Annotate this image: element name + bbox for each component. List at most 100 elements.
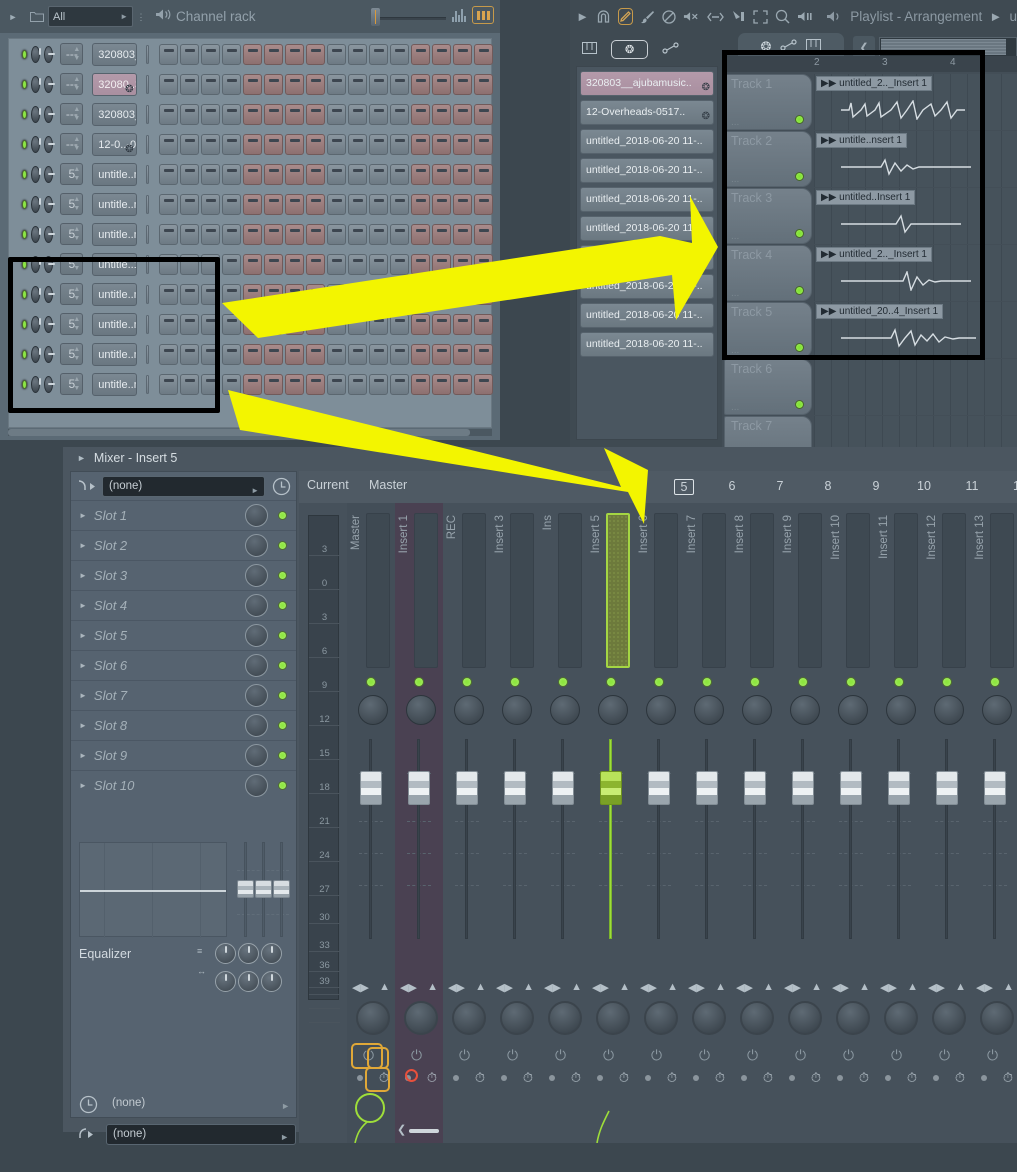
mixer-insert-number[interactable]: 8 [818,479,838,493]
chevron-right-icon[interactable]: ► [79,511,87,520]
strip-pan-knob[interactable] [886,695,916,725]
chevron-down-icon[interactable]: ▼ [73,385,80,392]
mixer-input-select[interactable]: (none) ► [102,475,265,497]
record-arm-icon[interactable]: ⏱ [667,1071,677,1084]
phase-invert-icon[interactable]: ⏻ [843,1047,854,1064]
strip-stereo-controls[interactable]: ◀▶ ▲ [544,981,582,994]
channel-pan-knob[interactable] [44,285,56,303]
strip-pan-knob[interactable] [982,695,1012,725]
step-button[interactable] [242,253,262,275]
track-enable-led[interactable] [795,115,804,124]
strip-send-knob[interactable] [836,1001,870,1035]
strip-pan-knob[interactable] [838,695,868,725]
volume-fader[interactable] [360,771,382,805]
channel-volume-knob[interactable] [31,345,42,363]
step-button[interactable] [347,343,367,365]
strip-enable-led[interactable] [510,677,520,687]
menu-arrow-icon[interactable]: ► [0,12,26,22]
track-enable-led[interactable] [795,286,804,295]
step-button[interactable] [473,193,493,215]
fader-track[interactable] [753,739,756,939]
fader-track[interactable] [369,739,372,939]
eq-slider-handle[interactable] [273,880,290,898]
step-button[interactable] [242,223,262,245]
dots-icon[interactable]: ⋮ [133,12,149,21]
step-button[interactable] [200,43,220,65]
strip-record-row[interactable]: ⏱ [549,1071,581,1084]
browser-file-item[interactable]: untitled_2018-06-20 11-.. [580,274,714,299]
mixer-insert-number[interactable]: 6 [722,479,742,493]
step-button[interactable] [347,253,367,275]
play-arrow-icon[interactable]: ► [576,8,589,25]
swap-channels-icon[interactable]: ▲ [811,981,822,994]
strip-pan-knob[interactable] [694,695,724,725]
mixer-slot[interactable]: ► Slot 3 [71,560,296,590]
step-button[interactable] [473,283,493,305]
step-button[interactable] [431,43,451,65]
mixer-strip[interactable]: Insert 12 ◀▶ ▲ ⏻ ⏱ ▲ [923,503,971,1143]
mixer-insert-number-selected[interactable]: 5 [674,479,694,495]
step-button[interactable] [200,193,220,215]
step-button[interactable] [431,103,451,125]
chevron-right-icon[interactable]: ► [79,541,87,550]
step-button[interactable] [263,103,283,125]
playlist-browser-list[interactable]: 320803__ajubamusic.. ❂ 12-Overheads-0517..… [576,66,718,440]
strip-record-row[interactable]: ⏱ [837,1071,869,1084]
mute-speaker-icon[interactable] [683,8,700,25]
chevron-right-icon[interactable]: ► [79,571,87,580]
channel-pan-knob[interactable] [44,75,56,93]
mixer-strip[interactable]: REC ◀▶ ▲ ⏻ ⏱ ▲ [443,503,491,1143]
swap-channels-icon[interactable]: ▲ [715,981,726,994]
record-arm-icon[interactable]: ⏱ [907,1071,917,1084]
fader-track[interactable] [417,739,420,939]
stereo-separation-icon[interactable]: ◀▶ [496,981,513,994]
step-button[interactable] [305,253,325,275]
strip-enable-led[interactable] [414,677,424,687]
chevron-right-icon[interactable]: ► [79,631,87,640]
channel-name-button[interactable]: untitle..nsert 1 [92,372,137,396]
chevron-right-icon[interactable]: ► [989,8,1002,25]
step-button[interactable] [389,313,409,335]
step-button[interactable] [200,253,220,275]
strip-pan-knob[interactable] [934,695,964,725]
strip-dot-icon[interactable] [981,1074,987,1081]
eq-gain-knob[interactable] [215,943,236,964]
chevron-right-icon[interactable]: ► [79,601,87,610]
channel-mute-led[interactable] [22,319,28,329]
step-button[interactable] [452,223,472,245]
step-button[interactable] [158,193,178,215]
fader-track[interactable] [801,739,804,939]
channel-row[interactable]: 5▲▼untitle..nsert 1 [9,219,493,249]
step-button[interactable] [368,313,388,335]
strip-stereo-controls[interactable]: ◀▶ ▲ [496,981,534,994]
chevron-up-icon[interactable]: ▲ [73,286,80,293]
step-button[interactable] [452,373,472,395]
volume-fader[interactable] [552,771,574,805]
delete-slash-icon[interactable] [662,8,676,25]
record-arm-icon[interactable]: ⏱ [955,1071,965,1084]
volume-fader[interactable] [456,771,478,805]
mixer-slot[interactable]: ► Slot 9 [71,740,296,770]
channel-volume-knob[interactable] [31,165,42,183]
chevron-up-icon[interactable]: ▲ [73,256,80,263]
chevron-down-icon[interactable]: ▼ [73,145,80,152]
record-armed-indicator[interactable] [405,1069,418,1082]
playlist-track-header[interactable]: Track 6... [724,359,812,415]
strip-pan-knob[interactable] [406,695,436,725]
strip-pan-knob[interactable] [358,695,388,725]
mixer-strip[interactable]: Insert 8 ◀▶ ▲ ⏻ ⏱ ▲ [731,503,779,1143]
stereo-separation-icon[interactable]: ◀▶ [544,981,561,994]
slot-enable-led[interactable] [278,691,287,700]
mixer-strip[interactable]: Insert 10 ◀▶ ▲ ⏻ ⏱ ▲ [827,503,875,1143]
channel-volume-knob[interactable] [31,375,42,393]
slot-enable-led[interactable] [278,661,287,670]
strip-record-row[interactable]: ⏱ [885,1071,917,1084]
strip-pan-knob[interactable] [646,695,676,725]
step-button[interactable] [326,133,346,155]
channel-mixer-target[interactable]: --- ▲ ▼ [60,133,84,155]
slot-mix-knob[interactable] [245,654,268,677]
step-button[interactable] [347,223,367,245]
step-button[interactable] [158,163,178,185]
strip-dot-icon[interactable] [357,1074,363,1081]
slot-enable-led[interactable] [278,571,287,580]
